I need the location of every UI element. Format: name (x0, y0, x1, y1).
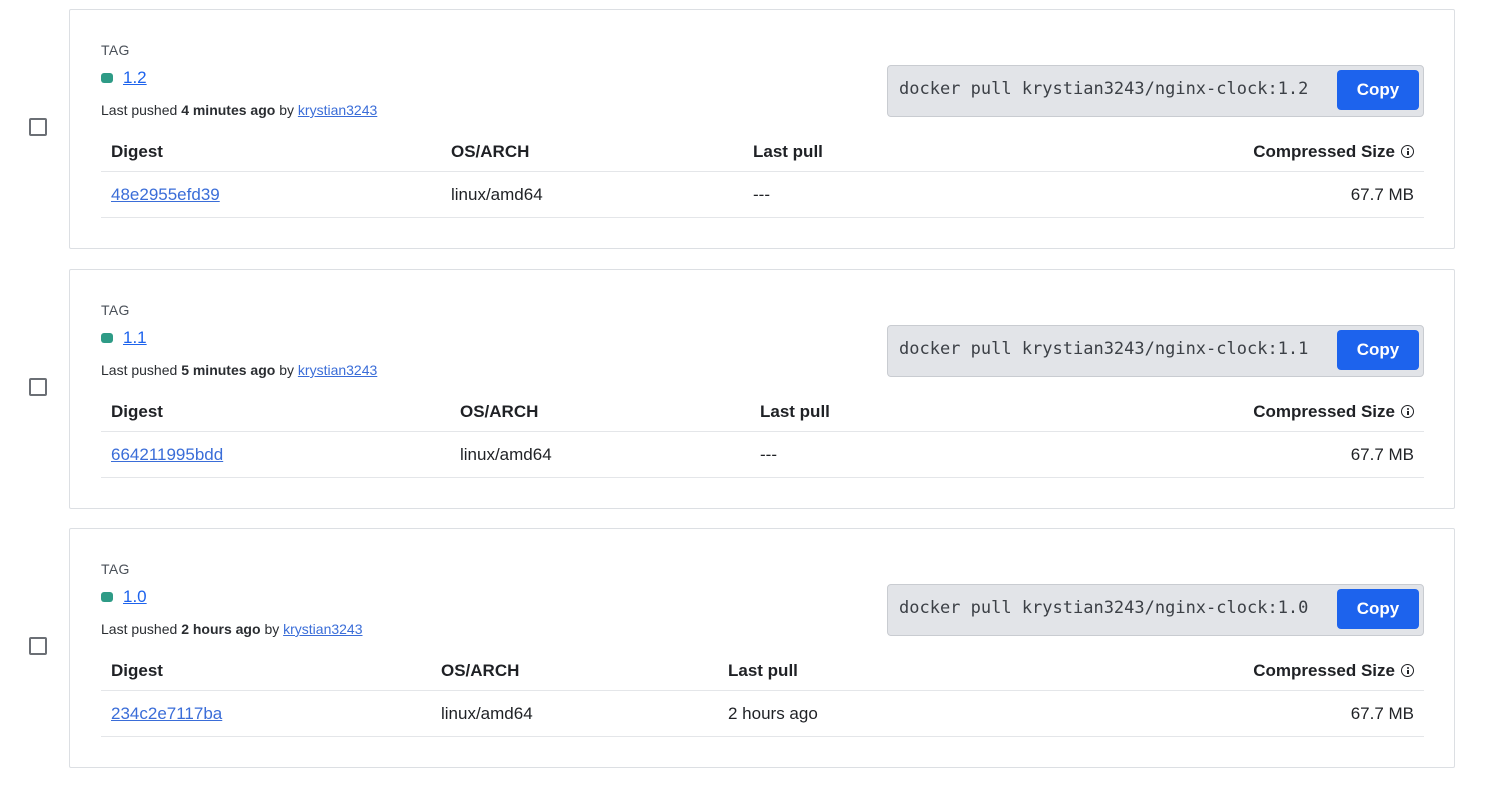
pushed-prefix: Last pushed (101, 102, 178, 118)
tag-heading: TAG (101, 302, 130, 318)
tag-heading: TAG (101, 561, 130, 577)
digest-link[interactable]: 48e2955efd39 (111, 185, 220, 205)
tag-select-checkbox[interactable] (29, 118, 47, 136)
digest-table-header: Digest OS/ARCH Last pull Compressed Size (101, 128, 1424, 172)
pull-command-text[interactable]: docker pull krystian3243/nginx-clock:1.0 (899, 598, 1308, 618)
size-value: 67.7 MB (1350, 704, 1414, 723)
last-pull-value: 2 hours ago (728, 704, 818, 723)
col-digest: Digest (111, 142, 163, 161)
pull-command-box: docker pull krystian3243/nginx-clock:1.2… (887, 65, 1424, 117)
pull-command-text[interactable]: docker pull krystian3243/nginx-clock:1.2 (899, 79, 1308, 99)
tag-row: TAG 1.2 Last pushed 4 minutes ago by kry… (0, 9, 1492, 249)
os-arch-value: linux/amd64 (460, 445, 552, 464)
tag-status-dot-icon (101, 592, 113, 602)
last-pushed-info: Last pushed 2 hours ago by krystian3243 (101, 621, 363, 637)
pushed-prefix: Last pushed (101, 621, 178, 637)
pushed-by-word: by (279, 102, 295, 118)
col-os-arch: OS/ARCH (460, 402, 539, 421)
col-compressed-size: Compressed Size (1253, 402, 1414, 422)
tag-name-link[interactable]: 1.2 (123, 68, 147, 88)
tag-card: TAG 1.1 Last pushed 5 minutes ago by kry… (69, 269, 1455, 509)
col-compressed-size: Compressed Size (1253, 142, 1414, 162)
col-last-pull: Last pull (760, 402, 830, 421)
pushed-by-word: by (279, 362, 295, 378)
os-arch-value: linux/amd64 (441, 704, 533, 723)
info-icon[interactable] (1401, 664, 1414, 677)
pushed-time: 2 hours ago (181, 621, 261, 637)
col-compressed-size: Compressed Size (1253, 661, 1414, 681)
pushed-time: 4 minutes ago (181, 102, 276, 118)
table-row: 48e2955efd39 linux/amd64 --- 67.7 MB (101, 172, 1424, 218)
pull-command-box: docker pull krystian3243/nginx-clock:1.1… (887, 325, 1424, 377)
tag-select-checkbox[interactable] (29, 637, 47, 655)
col-os-arch: OS/ARCH (451, 142, 530, 161)
last-pull-value: --- (760, 445, 777, 464)
pushed-prefix: Last pushed (101, 362, 178, 378)
last-pushed-info: Last pushed 5 minutes ago by krystian324… (101, 362, 377, 378)
os-arch-value: linux/amd64 (451, 185, 543, 204)
last-pushed-info: Last pushed 4 minutes ago by krystian324… (101, 102, 377, 118)
tag-name-link[interactable]: 1.0 (123, 587, 147, 607)
copy-button[interactable]: Copy (1337, 330, 1419, 370)
col-digest: Digest (111, 402, 163, 421)
tag-status-dot-icon (101, 73, 113, 83)
col-digest: Digest (111, 661, 163, 680)
copy-button[interactable]: Copy (1337, 70, 1419, 110)
size-value: 67.7 MB (1350, 445, 1414, 464)
tag-name-link[interactable]: 1.1 (123, 328, 147, 348)
pushed-time: 5 minutes ago (181, 362, 276, 378)
pushed-user-link[interactable]: krystian3243 (298, 362, 377, 378)
tag-row: TAG 1.1 Last pushed 5 minutes ago by kry… (0, 269, 1492, 509)
col-last-pull: Last pull (753, 142, 823, 161)
pull-command-box: docker pull krystian3243/nginx-clock:1.0… (887, 584, 1424, 636)
pull-command-text[interactable]: docker pull krystian3243/nginx-clock:1.1 (899, 339, 1308, 359)
last-pull-value: --- (753, 185, 770, 204)
tag-status-dot-icon (101, 333, 113, 343)
col-last-pull: Last pull (728, 661, 798, 680)
info-icon[interactable] (1401, 145, 1414, 158)
col-os-arch: OS/ARCH (441, 661, 520, 680)
digest-link[interactable]: 234c2e7117ba (111, 704, 222, 724)
tag-card: TAG 1.2 Last pushed 4 minutes ago by kry… (69, 9, 1455, 249)
digest-table-header: Digest OS/ARCH Last pull Compressed Size (101, 647, 1424, 691)
pushed-user-link[interactable]: krystian3243 (283, 621, 362, 637)
table-row: 664211995bdd linux/amd64 --- 67.7 MB (101, 432, 1424, 478)
info-icon[interactable] (1401, 405, 1414, 418)
pushed-by-word: by (264, 621, 280, 637)
size-value: 67.7 MB (1350, 185, 1414, 204)
tag-select-checkbox[interactable] (29, 378, 47, 396)
digest-link[interactable]: 664211995bdd (111, 445, 223, 465)
table-row: 234c2e7117ba linux/amd64 2 hours ago 67.… (101, 691, 1424, 737)
tag-card: TAG 1.0 Last pushed 2 hours ago by kryst… (69, 528, 1455, 768)
digest-table-header: Digest OS/ARCH Last pull Compressed Size (101, 388, 1424, 432)
tag-row: TAG 1.0 Last pushed 2 hours ago by kryst… (0, 528, 1492, 768)
copy-button[interactable]: Copy (1337, 589, 1419, 629)
tag-heading: TAG (101, 42, 130, 58)
pushed-user-link[interactable]: krystian3243 (298, 102, 377, 118)
